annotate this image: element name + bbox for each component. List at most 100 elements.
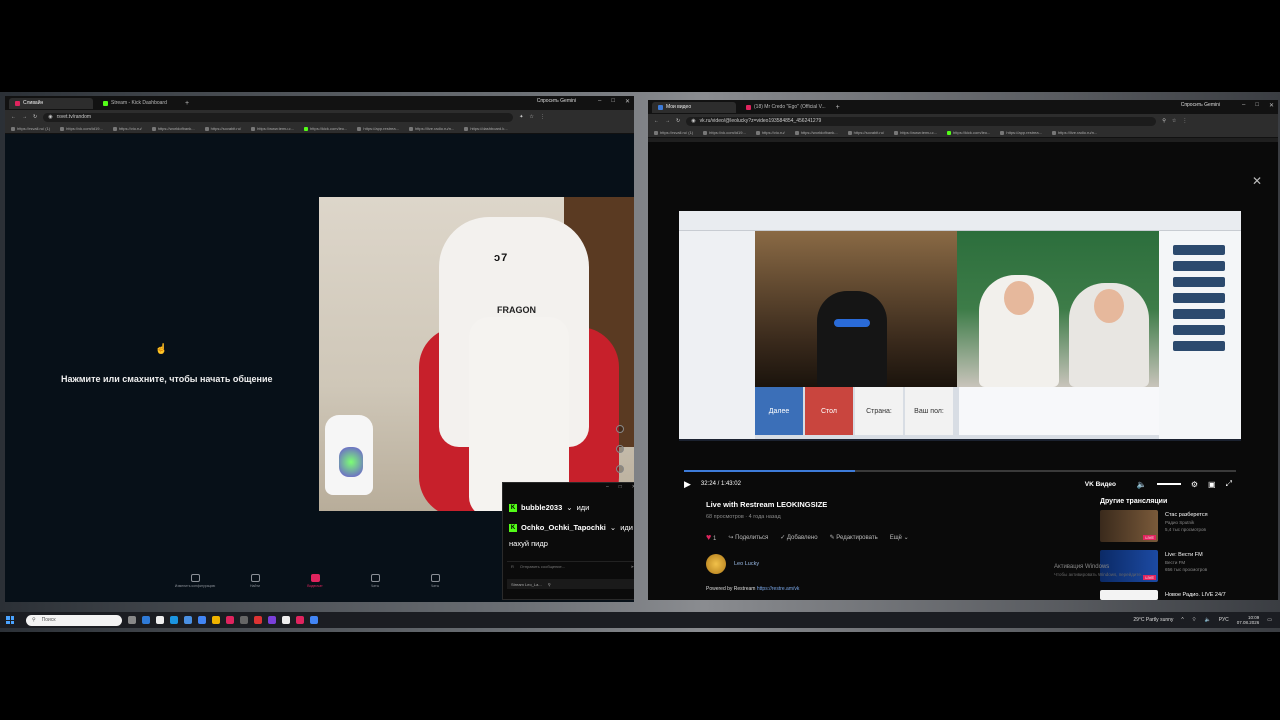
chevron-up-icon[interactable]: ^ (1181, 617, 1183, 623)
bookmark-item[interactable]: https://vk.com/id19... (703, 130, 746, 135)
bookmark-item[interactable]: https://live.radio.ru/n... (408, 126, 454, 131)
volume-icon[interactable]: 🔈 (1204, 617, 1210, 623)
app-icon[interactable] (296, 616, 304, 624)
notification-icon[interactable]: ▭ (1267, 617, 1272, 623)
bookmark-item[interactable]: https://www.temu.c... (251, 126, 294, 131)
back-icon[interactable]: ← (11, 114, 16, 120)
forward-icon[interactable]: → (22, 114, 27, 120)
maximize-icon[interactable]: □ (611, 98, 615, 105)
network-icon[interactable]: ⌔ (1192, 617, 1197, 623)
bookmark-item[interactable]: https://app.restrea... (357, 126, 399, 131)
nav-messages[interactable]: Чаты (405, 574, 465, 600)
app-icon[interactable] (184, 616, 192, 624)
close-icon[interactable]: ✕ (632, 484, 634, 490)
menu-icon[interactable]: ⋮ (540, 114, 545, 120)
emote-icon[interactable]: R (511, 564, 514, 569)
bookmark-star-icon[interactable]: ☆ (1172, 118, 1176, 124)
bookmark-item[interactable]: https://vk.com/id19... (60, 126, 103, 131)
bookmark-item[interactable]: https://rsvall.ru/ (1) (11, 126, 50, 131)
bookmark-item[interactable]: https://sovabit.ru/ (204, 126, 241, 131)
volume-icon[interactable]: 🔈 (1137, 480, 1147, 489)
bookmark-item[interactable]: https://live.radio.ru/n... (1051, 130, 1097, 135)
nav-find[interactable]: Найти (225, 574, 285, 600)
taskbar-search[interactable]: ⚲ Поиск (26, 614, 122, 626)
app-icon[interactable] (254, 616, 262, 624)
bookmark-item[interactable]: https://app.restrea... (1000, 130, 1042, 135)
bookmark-star-icon[interactable]: ☆ (529, 114, 533, 120)
tiktok-icon[interactable] (226, 616, 234, 624)
bookmark-item[interactable]: https://worldofbank... (151, 126, 195, 131)
gemini-button[interactable]: Спросить Gemini (537, 98, 576, 104)
send-icon[interactable]: ➤ (631, 564, 634, 569)
share-button[interactable]: ↪ Поделиться (728, 534, 768, 541)
address-bar[interactable]: ◉ rsvet.tv/random (43, 112, 514, 122)
folder-icon[interactable] (212, 616, 220, 624)
left-tab-0[interactable]: Сливайн (9, 97, 93, 109)
volume-slider[interactable] (1156, 483, 1181, 485)
address-bar[interactable]: ◉ vk.ru/video/@leolucky?z=video193584854_… (686, 116, 1157, 126)
chat-input[interactable]: R Отправить сообщение... ➤ (507, 561, 634, 571)
app-icon[interactable] (240, 616, 248, 624)
close-icon[interactable]: ✕ (1269, 102, 1274, 109)
bookmark-item[interactable]: https://dashboard.k... (464, 126, 508, 131)
back-icon[interactable]: ← (654, 118, 659, 124)
related-item[interactable]: LIVE Стас разберется Радио Sputnik 5,4 т… (1100, 510, 1270, 544)
related-item[interactable]: Новое Радио. LIVE 24/7 (1100, 590, 1270, 600)
new-tab-icon[interactable]: + (836, 104, 840, 111)
reload-icon[interactable]: ↻ (33, 114, 37, 120)
bookmark-item[interactable]: https://vio.ru/ (112, 126, 142, 131)
edge-icon[interactable] (142, 616, 150, 624)
start-hint[interactable]: Нажмите или смахните, чтобы начать общен… (61, 374, 273, 384)
minimize-icon[interactable]: – (598, 98, 601, 105)
right-tab-0[interactable]: Мои видео (652, 101, 736, 113)
chrome-icon[interactable] (310, 616, 318, 624)
task-view-icon[interactable] (128, 616, 136, 624)
video-player[interactable]: Далее Стол Страна: Ваш пол: (679, 211, 1241, 441)
bookmark-item[interactable]: https://worldofbank... (794, 130, 838, 135)
close-icon[interactable]: ✕ (625, 98, 630, 105)
author-row[interactable]: Leo Lucky (706, 554, 759, 574)
clock[interactable]: 10:09 07.08.2026 (1237, 615, 1260, 625)
like-button[interactable]: ♥ 1 (706, 532, 716, 542)
forward-icon[interactable]: → (665, 118, 670, 124)
added-button[interactable]: ✓ Добавлено (780, 534, 817, 541)
edit-button[interactable]: ✎ Редактировать (830, 534, 878, 541)
extensions-icon[interactable]: ✦ (519, 114, 523, 120)
language-indicator[interactable]: РУС (1219, 617, 1229, 623)
app-icon[interactable] (282, 616, 290, 624)
close-player-icon[interactable]: ✕ (1252, 174, 1262, 188)
related-item[interactable]: LIVE Live: Вести FM Вести FM 656 тыс про… (1100, 550, 1270, 584)
reload-icon[interactable]: ↻ (676, 118, 680, 124)
app-icon[interactable] (156, 616, 164, 624)
restream-link[interactable]: https://restre.am/vk (757, 586, 800, 592)
bookmark-item[interactable]: https://kick.com/leo... (304, 126, 347, 131)
site-info-icon[interactable]: ◉ (48, 114, 52, 120)
app-icon[interactable] (268, 616, 276, 624)
maximize-icon[interactable]: □ (1255, 102, 1259, 109)
settings-gear-icon[interactable]: ⚙ (1191, 480, 1198, 489)
chrome-icon[interactable] (198, 616, 206, 624)
zoom-icon[interactable]: ⚲ (1162, 118, 1166, 124)
minimize-icon[interactable]: – (1242, 102, 1245, 109)
maximize-icon[interactable]: □ (619, 484, 622, 490)
right-tab-1[interactable]: (18) Mr Credo "Ego" (Official V... (740, 102, 832, 113)
camera-settings-icon[interactable] (616, 445, 624, 453)
site-info-icon[interactable]: ◉ (691, 118, 695, 124)
bookmark-item[interactable]: https://sovabit.ru/ (847, 130, 884, 135)
fullscreen-icon[interactable]: ⤢ (1226, 479, 1232, 489)
camera-switch-icon[interactable] (616, 425, 624, 433)
left-tab-1[interactable]: Stream - Kick Dashboard (97, 98, 181, 109)
gemini-button[interactable]: Спросить Gemini (1181, 102, 1220, 108)
bookmark-item[interactable]: https://vio.ru/ (755, 130, 785, 135)
nav-videochat[interactable]: Видеочат (285, 574, 345, 600)
pip-icon[interactable]: ▣ (1208, 480, 1216, 489)
menu-icon[interactable]: ⋮ (1182, 118, 1187, 124)
play-icon[interactable]: ▶ (684, 479, 691, 490)
vk-video-logo[interactable]: VK Видео (1085, 481, 1116, 488)
report-icon[interactable] (616, 465, 624, 473)
bookmark-item[interactable]: https://kick.com/leo... (947, 130, 990, 135)
video-progress-bar[interactable] (684, 470, 1236, 472)
weather-widget[interactable]: 29°C Partly sunny (1133, 617, 1173, 623)
start-button[interactable] (4, 614, 16, 626)
telegram-icon[interactable] (170, 616, 178, 624)
